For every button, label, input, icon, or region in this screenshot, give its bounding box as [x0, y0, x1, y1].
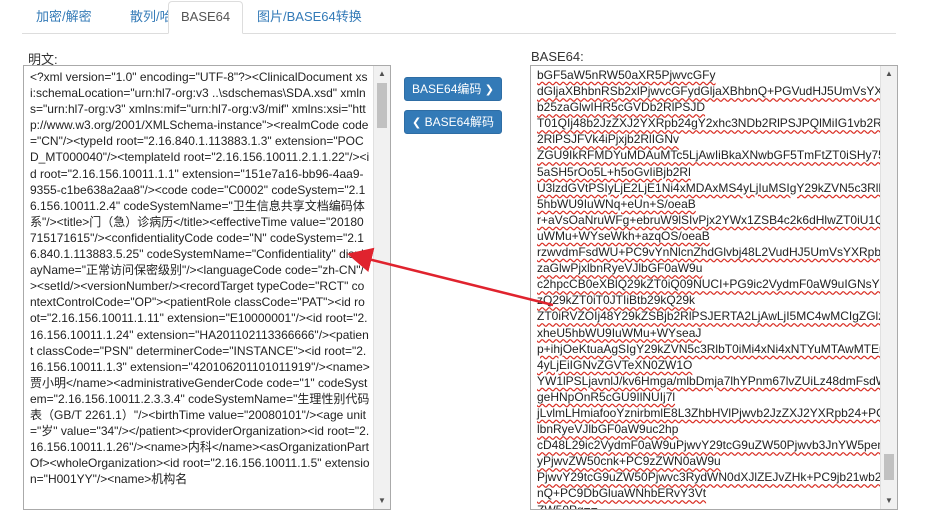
chevron-right-icon: ❯	[484, 84, 494, 96]
base64-text-area[interactable]: bGF5aW5nRW50aXR5PjwvcGFy dGljaXBhbnRSb2xl…	[530, 65, 898, 510]
base64-line: PjwvY29tcG9uZW50Pjwvc3RydWN0dXJlZEJvZHk+…	[537, 470, 898, 485]
base64-line: xheU5hbWU9IuWMu+WYseaJ	[537, 325, 702, 340]
scroll-down-icon[interactable]: ▼	[374, 493, 390, 509]
plain-text-area[interactable]: <?xml version="1.0" encoding="UTF-8"?><C…	[23, 65, 391, 510]
decode-button-label: BASE64解码	[424, 115, 494, 129]
plain-text-scrollbar[interactable]: ▲ ▼	[373, 66, 390, 509]
scroll-up-icon[interactable]: ▲	[374, 66, 390, 82]
base64-line: r+aVsOaNruWFg+ebruW9lSIvPjx2YWx1ZSB4c2k6…	[537, 212, 896, 227]
base64-line: uWMu+WYseWkh+azqOS/oeaB	[537, 228, 710, 243]
scroll-down-icon[interactable]: ▼	[881, 493, 897, 509]
base64-line: ZW50Pg==	[537, 502, 598, 510]
chevron-left-icon: ❮	[412, 117, 422, 129]
base64-line: nQ+PC9DbGluaWNhbERvY3Vt	[537, 486, 707, 501]
base64-line: ZGU9IkRFMDYuMDAuMTc5LjAwIiBkaXNwbGF5TmFt…	[537, 148, 898, 163]
base64-line: zQ29kZT0iT0JTIiBtb29kQ29k	[537, 293, 696, 308]
base64-line: rzwvdmFsdWU+PC9vYnNlcnZhdGlvbj48L2VudHJ5…	[537, 245, 895, 260]
base64-line: YW1lPSLjavnlJ/kv6Hmga/mlbDmja7lhYPnm67lv…	[537, 373, 896, 388]
base64-line: U3lzdGVtPSIyLjE2LjE1Ni4xMDAxMS4yLjIuMSIg…	[537, 180, 894, 195]
base64-scrollbar[interactable]: ▲ ▼	[880, 66, 897, 509]
base64-line: jLvlmLHmiafooYznirbmlE8L3ZhbHVlPjwvb2JzZ…	[537, 405, 892, 420]
base64-line: p+ihjOeKtuaAgSIgY29kZVN5c3RlbT0iMi4xNi4x…	[537, 341, 898, 356]
base64-line: geHNpOnR5cGU9IlNUIj7l	[537, 389, 676, 404]
plain-text-content: <?xml version="1.0" encoding="UTF-8"?><C…	[30, 70, 370, 487]
scroll-up-icon[interactable]: ▲	[881, 66, 897, 82]
encode-button-label: BASE64编码	[412, 82, 482, 96]
base64-line: cD48L29ic2VydmF0aW9uPjwvY29tcG9uZW50Pjwv…	[537, 438, 896, 453]
base64-line: 4yLjEiIGNvZGVTeXN0ZW1O	[537, 357, 693, 372]
base64-decode-button[interactable]: ❮ BASE64解码	[404, 110, 502, 134]
tab-image-base64[interactable]: 图片/BASE64转换	[245, 2, 374, 32]
base64-line: lbnRyeVJlbGF0aW9uc2hp	[537, 422, 679, 437]
base64-line: 5hbWU9IuWNq+eUn+S/oeaB	[537, 196, 696, 211]
tab-base64[interactable]: BASE64	[168, 1, 244, 34]
tab-encrypt-decrypt[interactable]: 加密/解密	[24, 2, 104, 32]
base64-label: BASE64:	[531, 49, 584, 64]
base64-content: bGF5aW5nRW50aXR5PjwvcGFy dGljaXBhbnRSb2xl…	[537, 67, 898, 510]
scroll-thumb[interactable]	[884, 454, 894, 480]
scroll-thumb[interactable]	[377, 83, 387, 128]
base64-line: 5aSH5rOo5L+h5oGvIiBjb2Rl	[537, 164, 691, 179]
base64-line: zaGlwPjxlbnRyeVJlbGF0aW9u	[537, 261, 703, 276]
base64-line: bGF5aW5nRW50aXR5PjwvcGFy	[537, 68, 716, 82]
base64-encode-button[interactable]: BASE64编码 ❯	[404, 77, 502, 101]
tab-bar: 加密/解密 散列/哈希 BASE64 图片/BASE64转换	[22, 0, 896, 34]
base64-line: yPjwvZW50cnk+PC9zZWN0aW9u	[537, 454, 721, 469]
base64-line: b25zaGlwIHR5cGVDb2RlPSJD	[537, 100, 706, 115]
base64-line: ZT0iRVZOIj48Y29kZSBjb2RlPSJERTA2LjAwLjI5…	[537, 309, 898, 324]
base64-line: 2RlPSJFVk4iPjxjb2RlIGNv	[537, 132, 680, 147]
base64-line: c2hpcCB0eXBlQ29kZT0iQ09NUCI+PG9ic2VydmF0…	[537, 277, 897, 292]
base64-line: T01QIj48b2JzZXJ2YXRpb24gY2xhc3NDb2RlPSJP…	[537, 116, 898, 131]
base64-line: dGljaXBhbnRSb2xlPjwvcGFydGljaXBhbnQ+PGVu…	[537, 84, 898, 99]
